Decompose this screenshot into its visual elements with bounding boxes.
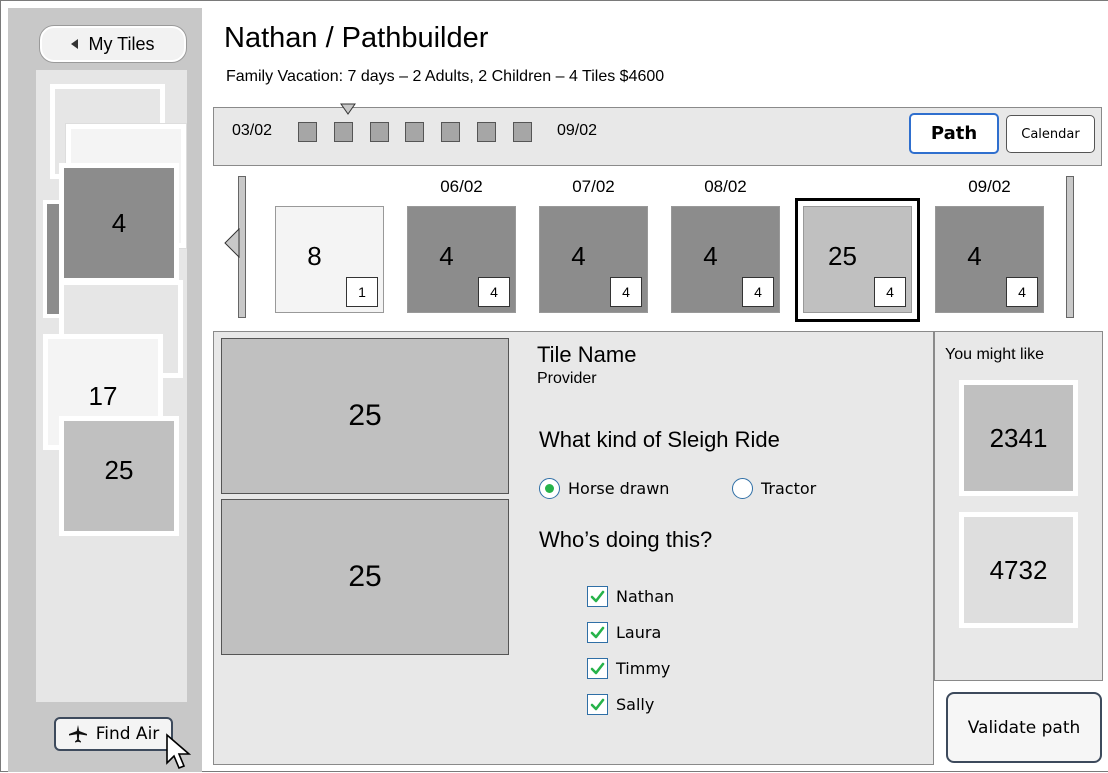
timeline-day[interactable] — [512, 122, 532, 142]
participant-checkbox[interactable]: Timmy — [587, 658, 670, 679]
tile-preview[interactable]: 25 — [221, 499, 509, 655]
timeline-start-date: 03/02 — [232, 122, 273, 139]
day-date-label: 08/02 — [704, 177, 747, 196]
participant-name: Timmy — [616, 659, 671, 678]
my-tiles-button[interactable]: My Tiles — [40, 26, 186, 62]
radio-selected-icon — [539, 478, 560, 499]
stack-tile-value: 25 — [104, 454, 134, 485]
airplane-icon — [68, 725, 87, 743]
suggestions-title: You might like — [945, 346, 1045, 363]
timeline-end-date: 09/02 — [557, 122, 598, 139]
checkmark-icon — [587, 622, 608, 643]
checkmark-icon — [587, 694, 608, 715]
checkmark-icon — [587, 586, 608, 607]
path-view-button[interactable]: Path — [909, 113, 999, 154]
suggestion-tile[interactable]: 4732 — [959, 512, 1078, 628]
timeline-marker-icon[interactable] — [340, 103, 356, 115]
day-tile-value: 4 — [703, 241, 718, 271]
day-tile-value: 25 — [828, 241, 857, 271]
day-date-label: 09/02 — [968, 177, 1011, 196]
radio-tractor[interactable]: Tractor — [732, 478, 816, 499]
tile-count-badge: 4 — [874, 277, 906, 307]
tile-preview[interactable]: 25 — [221, 338, 509, 494]
option-label: Horse drawn — [568, 479, 670, 498]
tile-count-badge: 4 — [610, 277, 642, 307]
back-arrow-icon — [71, 39, 79, 49]
timeline-day[interactable] — [369, 122, 389, 142]
tile-count-badge: 4 — [1006, 277, 1038, 307]
validate-path-button[interactable]: Validate path — [946, 692, 1102, 763]
question-sleigh-ride: What kind of Sleigh Ride — [539, 427, 780, 452]
timeline-day[interactable] — [405, 122, 425, 142]
page-title: Nathan / Pathbuilder — [224, 22, 489, 54]
participant-name: Laura — [616, 623, 662, 642]
find-air-label: Find Air — [95, 724, 160, 744]
right-scrollbar[interactable] — [1066, 176, 1074, 318]
day-tile-value: 4 — [571, 241, 586, 271]
stack-tile[interactable]: 25 — [59, 416, 179, 536]
radio-horse-drawn[interactable]: Horse drawn — [539, 478, 669, 499]
timeline-day[interactable] — [298, 122, 317, 142]
day-date-label: 07/02 — [572, 177, 615, 196]
participant-name: Nathan — [616, 587, 675, 606]
day-tile-value: 8 — [307, 241, 322, 271]
participant-name: Sally — [616, 695, 655, 714]
mouse-cursor-icon — [166, 733, 192, 770]
suggestion-tile[interactable]: 2341 — [959, 380, 1078, 496]
day-tile-value: 4 — [967, 241, 982, 271]
checkmark-icon — [587, 658, 608, 679]
my-tiles-label: My Tiles — [88, 33, 155, 54]
timeline-day[interactable] — [477, 122, 496, 142]
participant-checkbox[interactable]: Sally — [587, 694, 654, 715]
calendar-view-button[interactable]: Calendar — [1006, 115, 1095, 153]
stack-tile[interactable]: 4 — [59, 163, 179, 283]
timeline-day[interactable] — [333, 122, 353, 142]
stack-tile-value: 4 — [111, 207, 127, 238]
timeline-day[interactable] — [441, 122, 461, 142]
scroll-left-icon[interactable] — [224, 228, 240, 258]
day-tile-value: 4 — [439, 241, 454, 271]
participant-checkbox[interactable]: Laura — [587, 622, 661, 643]
tile-count-badge: 4 — [478, 277, 510, 307]
tile-provider: Provider — [537, 370, 597, 387]
radio-empty-icon — [732, 478, 753, 499]
tile-count-badge: 4 — [742, 277, 774, 307]
find-air-button[interactable]: Find Air — [54, 717, 173, 751]
stack-tile-value: 17 — [88, 380, 118, 411]
day-date-label: 06/02 — [440, 177, 483, 196]
tile-count-badge: 1 — [346, 277, 378, 307]
trip-summary: Family Vacation: 7 days – 2 Adults, 2 Ch… — [226, 68, 665, 85]
tile-name: Tile Name — [537, 342, 637, 367]
participant-checkbox[interactable]: Nathan — [587, 586, 674, 607]
question-participants: Who’s doing this? — [539, 527, 713, 552]
option-label: Tractor — [761, 479, 817, 498]
